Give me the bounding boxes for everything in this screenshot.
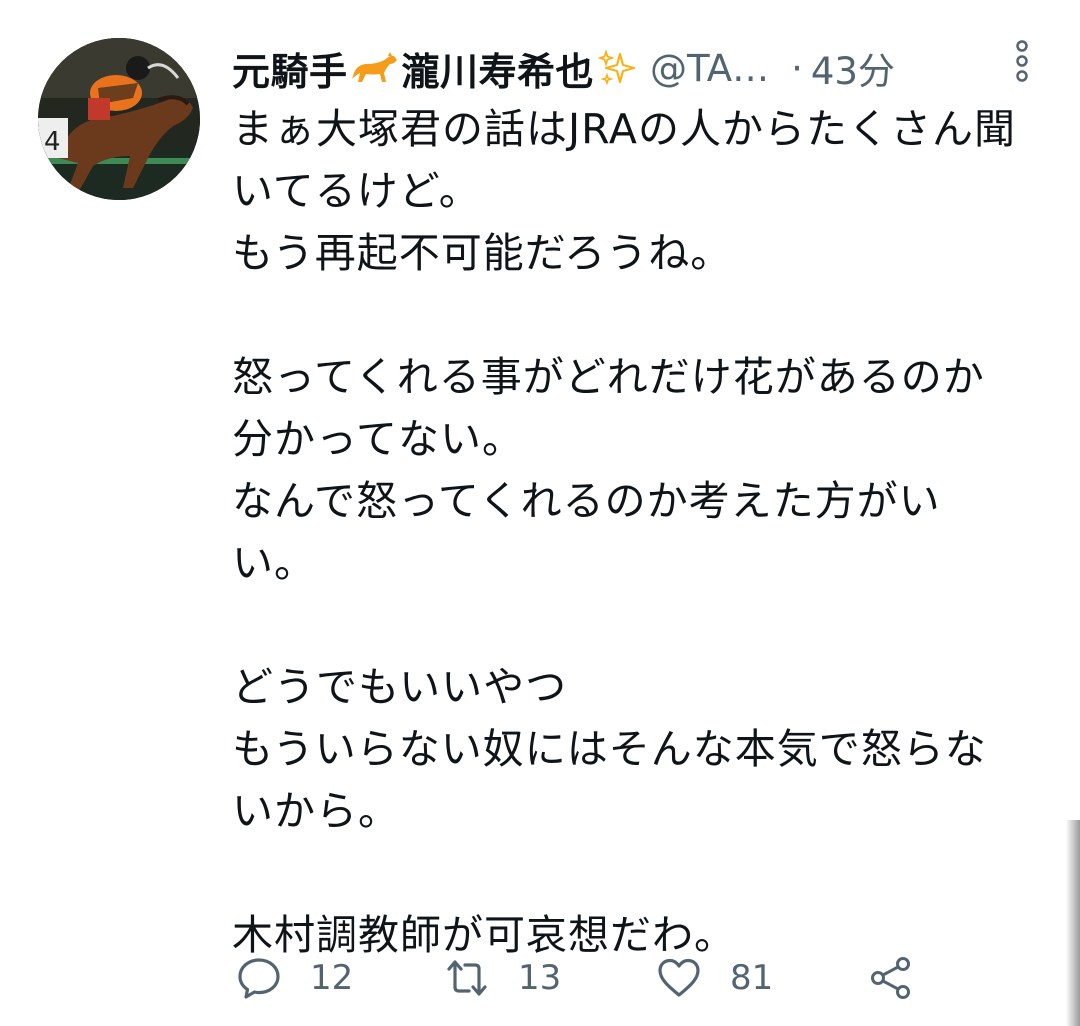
sparkles-emoji-icon xyxy=(597,48,638,88)
like-button[interactable]: 81 xyxy=(656,946,773,1010)
heart-icon xyxy=(658,958,700,997)
retweet-count: 13 xyxy=(518,958,562,998)
like-count: 81 xyxy=(730,958,774,998)
retweet-button[interactable]: 13 xyxy=(444,946,561,1010)
tweet-actions: 12 13 81 xyxy=(232,946,1032,1010)
retweet-icon xyxy=(447,960,487,996)
share-icon xyxy=(871,957,910,999)
svg-text:4: 4 xyxy=(44,127,61,157)
reply-icon xyxy=(238,958,280,999)
jockey-horse-photo: 4 xyxy=(38,38,200,200)
avatar[interactable]: 4 xyxy=(38,38,200,200)
author-name[interactable]: 瀧川寿希也 xyxy=(402,41,595,96)
timestamp[interactable]: 43分 xyxy=(811,41,895,95)
tweet[interactable]: 4 元騎手 瀧川寿希也 @TA… · 43分 まぁ大塚君の話はJRAの人からたく… xyxy=(0,0,1080,1026)
tweet-header: 元騎手 瀧川寿希也 @TA… · 43分 xyxy=(232,36,1032,100)
share-button[interactable] xyxy=(868,946,914,1010)
edge-shadow xyxy=(1066,820,1080,1026)
author-handle[interactable]: @TA… xyxy=(650,47,769,90)
reply-button[interactable]: 12 xyxy=(236,946,353,1010)
separator: · xyxy=(791,46,803,90)
reply-count: 12 xyxy=(310,958,354,998)
more-vertical-icon[interactable] xyxy=(1010,40,1034,84)
author-name-prefix[interactable]: 元騎手 xyxy=(232,41,348,96)
tweet-text: まぁ大塚君の話はJRAの人からたくさん聞 いてるけど。 もう再起不可能だろうね。… xyxy=(232,105,1016,959)
horse-emoji-icon xyxy=(350,51,400,85)
